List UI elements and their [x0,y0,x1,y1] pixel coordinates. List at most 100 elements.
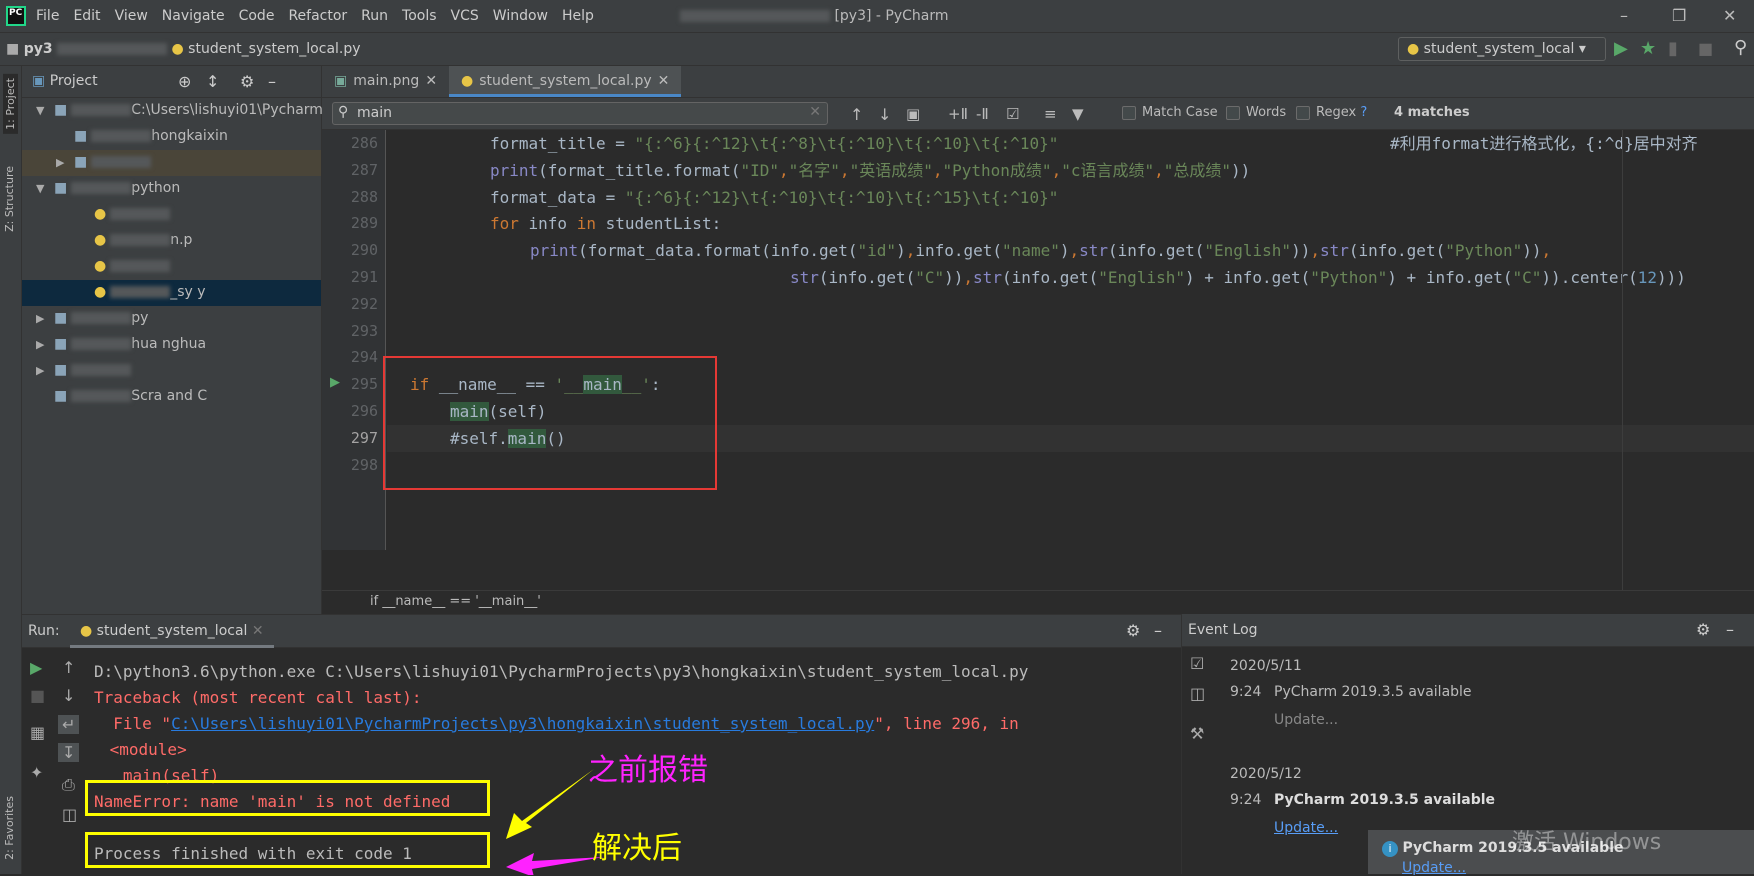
add-occurrence-icon[interactable]: +Ⅱ [948,105,968,123]
tree-item[interactable]: ● [22,202,321,228]
tree-item[interactable]: ■ Scra and C [22,384,321,410]
project-title[interactable]: Project [50,73,98,89]
trash-icon[interactable]: ◫ [62,805,77,824]
gear-icon[interactable]: ⚙ [1696,620,1710,639]
remove-occurrence-icon[interactable]: -Ⅱ [976,105,989,123]
tab-label: main.png [353,73,420,89]
menu-edit[interactable]: Edit [73,8,100,24]
run-icon[interactable]: ▶ [1614,38,1628,59]
run-tab[interactable]: ● student_system_local ✕ [70,615,274,648]
scroll-up-icon[interactable]: ↑ [62,658,75,677]
expand-arrow-icon[interactable]: ▼ [36,104,54,117]
menu-help[interactable]: Help [562,8,594,24]
code-token: "C" [915,268,945,287]
next-match-icon[interactable]: ↓ [878,105,891,124]
menu-view[interactable]: View [115,8,148,24]
close-button[interactable]: ✕ [1723,6,1736,25]
match-case-checkbox[interactable]: Match Case [1122,105,1218,120]
expand-arrow-icon[interactable]: ▶ [56,156,74,169]
minimize-icon[interactable]: – [268,72,276,91]
layout-icon[interactable]: ▦ [30,723,45,742]
close-tab-icon[interactable]: ✕ [252,623,264,639]
wrench-icon[interactable]: ⚒ [1190,724,1204,743]
regex-help-link[interactable]: ? [1360,105,1367,120]
event-update-link[interactable]: Update... [1274,712,1338,728]
expand-arrow-icon[interactable]: ▼ [36,182,54,195]
gear-icon[interactable]: ⚙ [1126,621,1140,640]
gear-icon[interactable]: ⚙ [240,72,254,91]
expand-arrow-icon[interactable]: ▶ [36,338,54,351]
blurred-name [110,260,171,272]
menu-navigate[interactable]: Navigate [162,8,225,24]
expand-arrow-icon[interactable]: ▶ [36,364,54,377]
tree-item[interactable]: ▶ ■ py [22,306,321,332]
run-gutter-icon[interactable]: ▶ [330,375,340,390]
crumb-root[interactable]: py3 [24,41,53,57]
structure-tool-button[interactable]: Z: Structure [3,166,16,232]
minimize-icon[interactable]: – [1726,620,1734,639]
select-occurrences-icon[interactable]: ☑ [1006,105,1019,123]
image-file-icon: ▣ [334,73,348,89]
menu-file[interactable]: File [36,8,59,24]
menu-vcs[interactable]: VCS [451,8,479,24]
close-tab-icon[interactable]: ✕ [425,73,437,89]
menu-window[interactable]: Window [493,8,548,24]
menu-tools[interactable]: Tools [402,8,437,24]
run-header: Run: ● student_system_local ✕ ⚙ – [22,615,1181,648]
tree-item[interactable]: ▶ ■ [22,358,321,384]
locate-icon[interactable]: ⊕ [178,72,191,91]
code-token: "English" [1098,268,1185,287]
menu-refactor[interactable]: Refactor [288,8,347,24]
favorites-tool-button[interactable]: 2: Favorites [3,796,16,860]
tab-main-png[interactable]: ▣ main.png ✕ [322,66,449,97]
minimize-icon[interactable]: – [1154,621,1162,640]
mark-read-icon[interactable]: ☑ [1190,654,1204,673]
expand-arrow-icon[interactable]: ▶ [36,312,54,325]
menu-run[interactable]: Run [361,8,388,24]
code-token: (info.get( [1108,241,1205,261]
scroll-down-icon[interactable]: ↓ [62,686,75,705]
pin-icon[interactable]: ✦ [30,763,43,782]
tree-item[interactable]: ● _sy y [22,280,321,306]
minimize-button[interactable]: – [1620,6,1628,25]
coverage-icon[interactable]: ▮ [1668,38,1678,59]
soft-wrap-icon[interactable]: ↵ [58,715,80,734]
tree-item[interactable]: ▼ ■ C:\Users\lishuyi01\PycharmProjec [22,98,365,124]
menu-code[interactable]: Code [239,8,275,24]
scroll-to-end-icon[interactable]: ↧ [58,743,80,762]
tree-item[interactable]: ■ hongkaixin [22,124,321,150]
stop-icon[interactable]: ■ [30,686,45,705]
debug-icon[interactable]: ★ [1640,38,1656,59]
restore-button[interactable]: ❐ [1672,6,1686,25]
search-icon[interactable]: ⚲ [1734,37,1747,58]
code-breadcrumb[interactable]: if __name__ == '__main__' [322,590,1754,614]
code-token: ) + info.get( [1184,268,1311,287]
clear-icon[interactable]: ✕ [809,104,821,120]
crumb-file[interactable]: student_system_local.py [188,41,360,57]
select-all-icon[interactable]: ▣ [906,105,920,123]
notification-balloon[interactable]: i PyCharm 2019.3.5 available Update... 激… [1368,830,1754,876]
regex-checkbox[interactable]: Regex ? [1296,105,1367,120]
close-tab-icon[interactable]: ✕ [658,73,670,89]
tree-item[interactable]: ▶ ■ hua nghua [22,332,321,358]
tree-item[interactable]: ▼ ■ python [22,176,321,202]
stop-icon[interactable]: ■ [1698,39,1713,58]
event-update-link[interactable]: Update... [1274,820,1338,836]
filter-icon[interactable]: ▼ [1072,105,1084,123]
find-input[interactable]: ⚲ main ✕ [332,102,828,125]
run-config-select[interactable]: ● student_system_local ▾ [1398,37,1606,61]
words-checkbox[interactable]: Words [1226,105,1286,120]
tree-item[interactable]: ● [22,254,321,280]
console-line: <module> [100,740,187,759]
rerun-icon[interactable]: ▶ [30,658,42,677]
tab-student_system_local-py[interactable]: ● student_system_local.py ✕ [449,66,682,97]
collapse-icon[interactable]: ↕ [206,72,219,91]
tree-item[interactable]: ● n.p [22,228,321,254]
file-link[interactable]: C:\Users\lishuyi01\PycharmProjects\py3\h… [171,714,874,733]
trash-icon[interactable]: ◫ [1190,684,1205,703]
print-icon[interactable]: ⎙ [62,775,75,795]
prev-match-icon[interactable]: ↑ [850,105,863,124]
project-tool-button[interactable]: 1: Project [3,74,18,134]
in-selection-icon[interactable]: ≡ [1044,105,1057,123]
tree-item[interactable]: ▶ ■ [22,150,321,176]
